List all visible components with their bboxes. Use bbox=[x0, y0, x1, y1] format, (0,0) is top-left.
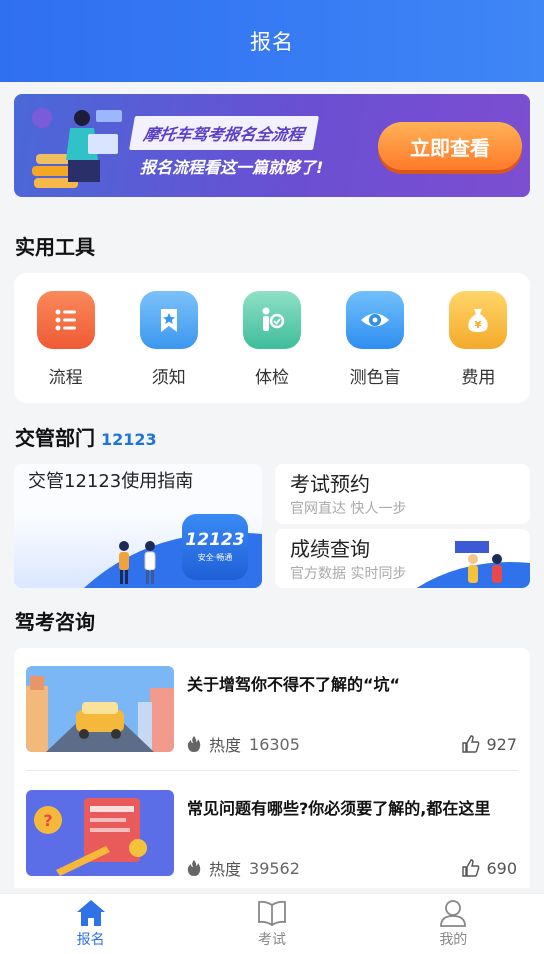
tool-color-blind-test[interactable]: 测色盲 bbox=[335, 291, 415, 388]
app-header: 报名 bbox=[0, 0, 544, 82]
consult-section-title: 驾考咨询 bbox=[15, 610, 95, 634]
promo-banner[interactable]: 摩托车驾考报名全流程 报名流程看这一篇就够了! 立即查看 bbox=[14, 94, 530, 197]
article-thumbnail: ? bbox=[26, 790, 174, 876]
like-button[interactable]: 690 bbox=[462, 859, 517, 878]
thumbs-up-icon bbox=[462, 735, 480, 753]
fire-icon bbox=[187, 860, 201, 876]
person-check-icon bbox=[242, 291, 301, 349]
list-item[interactable]: ? 常见问题有哪些?你必须要了解的,都在这里 热度 39562 690 bbox=[26, 790, 518, 880]
celebration-illustration bbox=[416, 541, 530, 588]
like-button[interactable]: 927 bbox=[462, 735, 517, 754]
svg-text:¥: ¥ bbox=[475, 320, 482, 331]
article-meta: 热度 39562 690 bbox=[187, 856, 517, 880]
app-12123-logo: 12123 安全·畅通 bbox=[182, 514, 248, 580]
heat-value: 16305 bbox=[249, 734, 300, 754]
article-title: 关于增驾你不得不了解的“坑“ bbox=[187, 675, 401, 694]
tab-signup[interactable]: 报名 bbox=[0, 894, 181, 954]
exam-booking-card[interactable]: 考试预约 官网直达 快人一步 bbox=[275, 464, 530, 524]
tab-exam[interactable]: 考试 bbox=[181, 894, 362, 954]
people-illustration bbox=[119, 541, 156, 584]
tool-physical-exam[interactable]: 体检 bbox=[232, 291, 312, 388]
home-icon bbox=[76, 900, 105, 926]
article-meta: 热度 16305 927 bbox=[187, 732, 517, 756]
divider bbox=[26, 770, 518, 771]
article-title: 常见问题有哪些?你必须要了解的,都在这里 bbox=[187, 799, 491, 818]
user-icon bbox=[440, 900, 467, 927]
page-title: 报名 bbox=[250, 30, 294, 54]
guide-12123-card[interactable]: 交管12123使用指南 12123 安全·畅通 bbox=[14, 464, 262, 588]
consult-list: 关于增驾你不得不了解的“坑“ 热度 16305 927 ? 常见问题有哪些?你必… bbox=[14, 648, 530, 888]
traffic-subtitle: 12123 bbox=[101, 430, 157, 449]
eye-icon bbox=[346, 291, 405, 349]
tool-notice[interactable]: 须知 bbox=[129, 291, 209, 388]
list-item[interactable]: 关于增驾你不得不了解的“坑“ 热度 16305 927 bbox=[26, 666, 518, 756]
money-bag-icon: ¥ bbox=[449, 291, 508, 349]
guide-title: 交管12123使用指南 bbox=[28, 471, 194, 492]
traffic-section-title: 交管部门 12123 bbox=[15, 426, 157, 450]
banner-headline: 摩托车驾考报名全流程 bbox=[129, 116, 320, 150]
heat-value: 39562 bbox=[249, 858, 300, 878]
banner-illustration bbox=[32, 108, 122, 188]
bottom-tab-bar: 报名 考试 我的 bbox=[0, 893, 544, 954]
book-icon bbox=[258, 900, 286, 927]
tool-process[interactable]: 流程 bbox=[26, 291, 106, 388]
article-thumbnail bbox=[26, 666, 174, 752]
tools-section-title: 实用工具 bbox=[15, 235, 95, 259]
tool-fees[interactable]: ¥ 费用 bbox=[438, 291, 518, 388]
thumbs-up-icon bbox=[462, 859, 480, 877]
tools-panel: 流程 须知 体检 测色盲 ¥ 费用 bbox=[14, 273, 530, 403]
score-query-card[interactable]: 成绩查询 官方数据 实时同步 bbox=[275, 529, 530, 588]
fire-icon bbox=[187, 736, 201, 752]
bookmark-star-icon bbox=[139, 291, 198, 349]
tab-profile[interactable]: 我的 bbox=[363, 894, 544, 954]
svg-text:?: ? bbox=[43, 811, 52, 830]
list-icon bbox=[36, 291, 95, 349]
banner-subline: 报名流程看这一篇就够了! bbox=[140, 158, 324, 177]
view-now-button[interactable]: 立即查看 bbox=[378, 122, 522, 170]
